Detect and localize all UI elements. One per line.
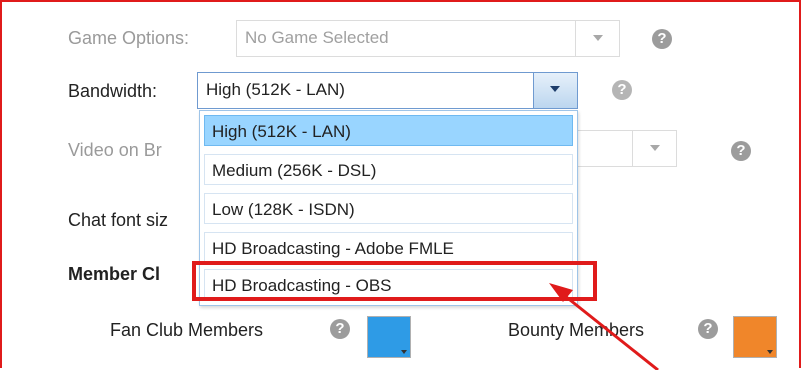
- member-colors-heading: Member Cl: [68, 264, 161, 284]
- game-options-label: Game Options:: [68, 28, 190, 48]
- dropdown-option[interactable]: High (512K - LAN): [204, 115, 573, 146]
- chevron-down-icon: [550, 86, 560, 92]
- fan-club-members-label: Fan Club Members: [110, 320, 264, 340]
- video-on-broadcast-label: Video on Br: [68, 140, 162, 160]
- bandwidth-value: High (512K - LAN): [206, 80, 345, 99]
- chevron-down-icon: [767, 350, 773, 354]
- video-on-broadcast-select[interactable]: [578, 130, 677, 167]
- bounty-color-picker[interactable]: [733, 316, 777, 358]
- chat-font-size-label: Chat font siz: [68, 210, 169, 230]
- dropdown-option[interactable]: HD Broadcasting - Adobe FMLE: [204, 232, 573, 263]
- game-options-help-icon[interactable]: ?: [652, 29, 672, 49]
- chevron-down-icon: [650, 145, 660, 151]
- bandwidth-select[interactable]: High (512K - LAN): [197, 72, 578, 109]
- bounty-members-label: Bounty Members: [508, 320, 645, 340]
- chevron-down-icon: [401, 350, 407, 354]
- dropdown-option[interactable]: Low (128K - ISDN): [204, 193, 573, 224]
- fan-club-color-picker[interactable]: [367, 316, 411, 358]
- option-label: HD Broadcasting - Adobe FMLE: [212, 239, 454, 258]
- bandwidth-arrow[interactable]: [533, 73, 577, 108]
- annotation-highlight-box: [192, 261, 597, 301]
- game-options-arrow[interactable]: [575, 21, 619, 56]
- option-label: High (512K - LAN): [212, 122, 351, 141]
- bandwidth-label: Bandwidth:: [68, 81, 158, 101]
- game-options-select[interactable]: No Game Selected: [236, 20, 620, 57]
- bandwidth-help-icon[interactable]: ?: [612, 80, 632, 100]
- video-on-broadcast-help-icon[interactable]: ?: [731, 141, 751, 161]
- video-on-broadcast-arrow[interactable]: [632, 131, 676, 166]
- option-label: Medium (256K - DSL): [212, 161, 377, 180]
- dropdown-option[interactable]: Medium (256K - DSL): [204, 154, 573, 185]
- chevron-down-icon: [593, 35, 603, 41]
- option-label: Low (128K - ISDN): [212, 200, 355, 219]
- bounty-help-icon[interactable]: ?: [698, 319, 718, 339]
- game-options-value: No Game Selected: [245, 28, 389, 47]
- fan-club-help-icon[interactable]: ?: [330, 319, 350, 339]
